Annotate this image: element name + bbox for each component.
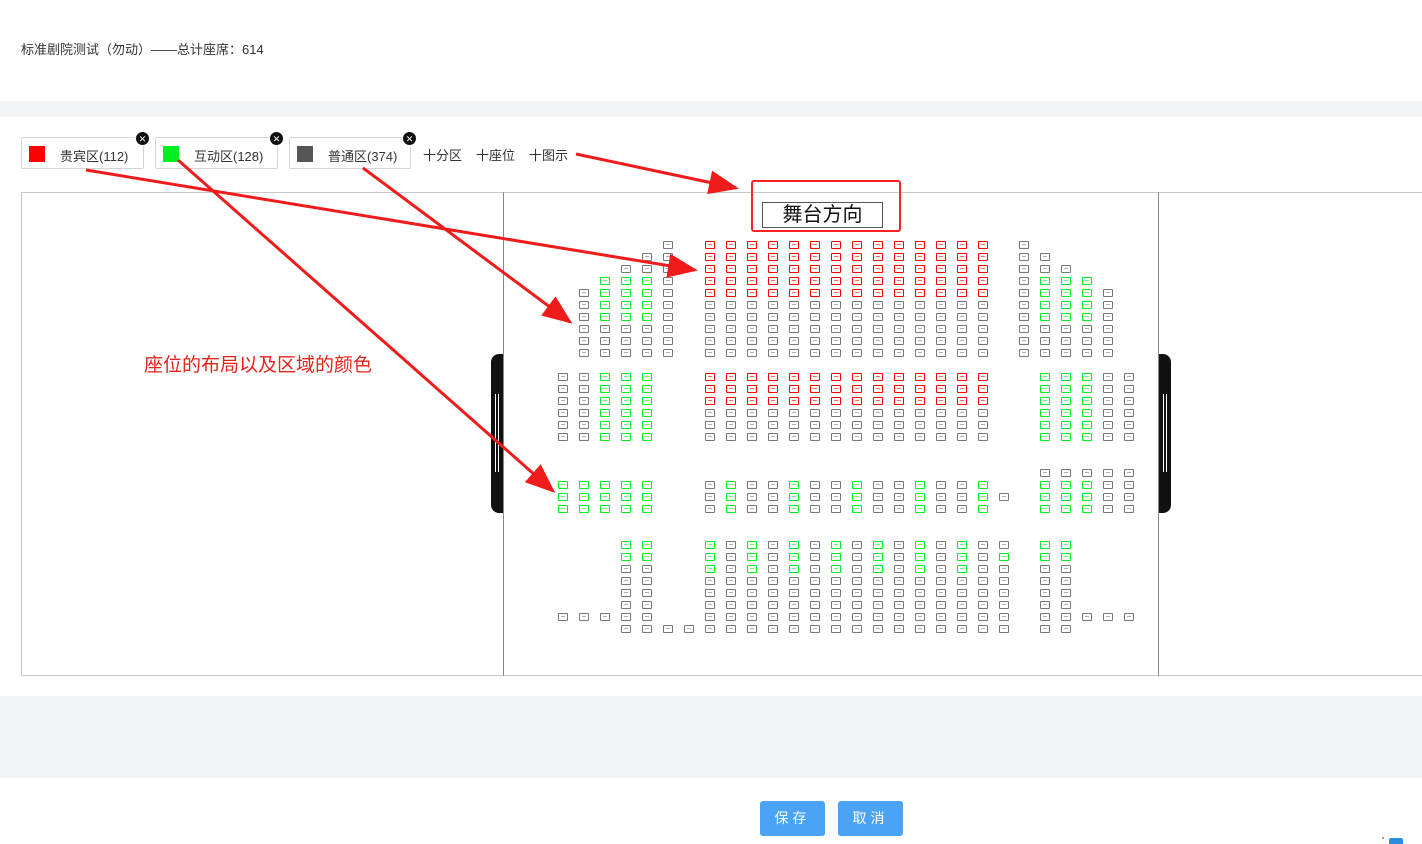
right-door [1159, 354, 1171, 513]
divider-band [0, 101, 1422, 117]
save-button[interactable]: 保存 [760, 801, 825, 836]
page-header: 标准剧院测试（勿动）——总计座席：614 [0, 0, 1422, 101]
add-legend-button[interactable]: 十图示 [529, 145, 568, 164]
left-door [491, 354, 503, 513]
close-circle-icon[interactable]: ✕ [402, 131, 417, 146]
footer-band [0, 696, 1422, 778]
corner-badge [1389, 838, 1403, 844]
zone-color-swatch [163, 146, 179, 162]
close-circle-icon[interactable]: ✕ [135, 131, 150, 146]
door-line [1166, 394, 1167, 472]
zone-label: 普通区(374) [328, 149, 398, 164]
add-seat-button[interactable]: 十座位 [476, 145, 515, 164]
add-zone-button[interactable]: 十分区 [423, 145, 462, 164]
cancel-button[interactable]: 取消 [838, 801, 903, 836]
door-line [1163, 394, 1164, 472]
stage-area [503, 192, 1159, 676]
close-circle-icon[interactable]: ✕ [269, 131, 284, 146]
zone-tag-normal[interactable]: 普通区(374) ✕ [289, 131, 417, 169]
corner-dot [1382, 837, 1384, 839]
zone-label: 互动区(128) [194, 149, 264, 164]
door-line [495, 394, 496, 472]
zone-tag-vip[interactable]: 贵宾区(112) ✕ [21, 131, 150, 169]
zone-color-swatch [29, 146, 45, 162]
zone-color-swatch [297, 146, 313, 162]
door-line [498, 394, 499, 472]
zone-toolbar: 贵宾区(112) ✕ 互动区(128) ✕ 普通区(374) ✕ 十分区 十座位… [0, 117, 1422, 193]
page-title: 标准剧院测试（勿动）——总计座席：614 [21, 42, 264, 57]
zone-tag-interactive[interactable]: 互动区(128) ✕ [155, 131, 284, 169]
annotation-note: 座位的布局以及区域的颜色 [144, 355, 373, 376]
seat-editor-page: 标准剧院测试（勿动）——总计座席：614 贵宾区(112) ✕ 互动区(128)… [0, 0, 1422, 844]
stage-highlight-frame [751, 180, 901, 232]
zone-label: 贵宾区(112) [60, 149, 129, 164]
